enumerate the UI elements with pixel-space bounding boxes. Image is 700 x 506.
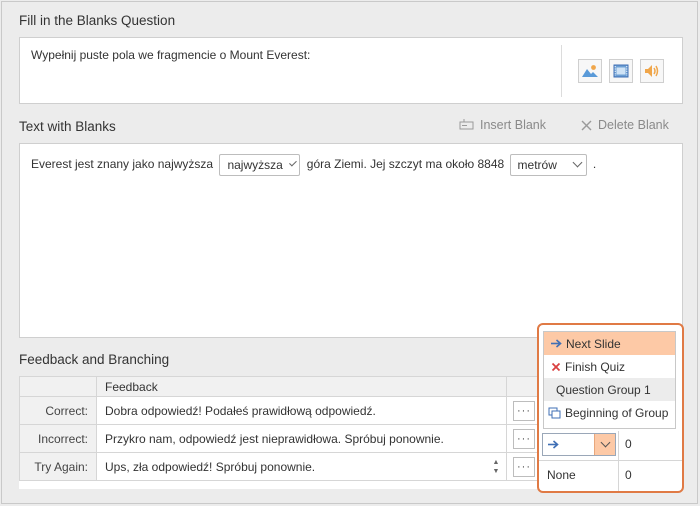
option-beginning-of-group[interactable]: Beginning of Group — [544, 401, 675, 424]
feedback-text-correct[interactable]: Dobra odpowiedź! Podałeś prawidłową odpo… — [96, 396, 507, 425]
score-try-again[interactable]: 0 — [625, 468, 632, 482]
feedback-column-header: Feedback — [96, 376, 507, 397]
option-next-slide[interactable]: Next Slide — [544, 332, 675, 355]
row-label-incorrect: Incorrect: — [19, 424, 97, 453]
delete-blank-button[interactable]: Delete Blank — [581, 118, 669, 132]
score-incorrect[interactable]: 0 — [625, 437, 632, 451]
blank-dropdown-2[interactable]: metrów — [509, 153, 587, 176]
header-corner-cell — [19, 376, 97, 397]
more-button-incorrect[interactable]: ··· — [513, 428, 535, 449]
feedback-text-try-again[interactable]: Ups, zła odpowiedź! Spróbuj ponownie. — [105, 460, 315, 474]
more-button-try-again[interactable]: ··· — [513, 456, 535, 477]
insert-audio-button[interactable] — [640, 59, 664, 83]
insert-blank-icon — [459, 119, 474, 130]
cell-divider — [618, 431, 619, 491]
blanks-text-editor[interactable]: Everest jest znany jako najwyższa najwyż… — [19, 143, 683, 338]
dropdown-toggle[interactable] — [594, 434, 615, 455]
media-buttons — [578, 59, 664, 83]
feedback-section-title: Feedback and Branching — [19, 352, 170, 367]
spinner[interactable]: ▲ ▼ — [492, 458, 500, 476]
video-icon — [613, 64, 629, 78]
chevron-down-icon — [288, 159, 297, 167]
chevron-down-icon — [572, 157, 582, 168]
feedback-text-incorrect[interactable]: Przykro nam, odpowiedź jest nieprawidłow… — [96, 424, 507, 453]
cell-divider — [539, 460, 682, 461]
branch-dropdown-highlight: Next Slide Finish Quiz Question Group 1 … — [537, 323, 684, 493]
blanks-section-title: Text with Blanks — [19, 119, 116, 134]
image-icon — [582, 65, 598, 77]
row-label-try-again: Try Again: — [19, 452, 97, 481]
insert-blank-button[interactable]: Insert Blank — [459, 118, 546, 132]
blank-dropdown-1[interactable]: najwyższa — [219, 153, 301, 176]
option-label: Next Slide — [566, 336, 621, 351]
insert-blank-label: Insert Blank — [480, 118, 547, 132]
more-button-correct[interactable]: ··· — [513, 400, 535, 421]
branch-select-try-again[interactable]: None — [547, 468, 576, 482]
close-icon — [551, 362, 561, 371]
row-label-correct: Correct: — [19, 396, 97, 425]
caret-down-icon[interactable]: ▼ — [492, 467, 500, 476]
caret-up-icon[interactable]: ▲ — [492, 458, 500, 467]
option-question-group-1[interactable]: Question Group 1 — [544, 378, 675, 401]
option-label: Finish Quiz — [565, 359, 626, 374]
audio-icon — [645, 65, 659, 77]
question-text: Wypełnij puste pola we fragmencie o Moun… — [31, 48, 311, 62]
media-divider — [561, 45, 562, 97]
text-fragment-1: Everest jest znany jako najwyższa — [31, 157, 214, 171]
blank-2-value: metrów — [517, 157, 557, 172]
text-fragment-3: . — [592, 157, 597, 171]
question-section-title: Fill in the Blanks Question — [19, 13, 176, 28]
insert-video-button[interactable] — [609, 59, 633, 83]
delete-blank-label: Delete Blank — [598, 118, 669, 132]
arrow-right-icon — [548, 440, 559, 449]
blanks-text-line: Everest jest znany jako najwyższa najwyż… — [31, 152, 596, 176]
option-label: Beginning of Group — [565, 405, 669, 420]
delete-icon — [581, 120, 592, 130]
branch-select-incorrect[interactable] — [542, 433, 616, 456]
branch-dropdown-list: Next Slide Finish Quiz Question Group 1 … — [543, 331, 676, 429]
insert-image-button[interactable] — [578, 59, 602, 83]
option-finish-quiz[interactable]: Finish Quiz — [544, 355, 675, 378]
text-fragment-2: góra Ziemi. Jej szczyt ma około 8848 — [306, 157, 505, 171]
arrow-right-icon — [551, 339, 562, 348]
group-icon — [548, 407, 561, 418]
chevron-down-icon — [600, 437, 610, 448]
option-label: Question Group 1 — [556, 382, 651, 397]
question-text-panel[interactable]: Wypełnij puste pola we fragmencie o Moun… — [19, 37, 683, 104]
blank-1-value: najwyższa — [227, 157, 283, 172]
